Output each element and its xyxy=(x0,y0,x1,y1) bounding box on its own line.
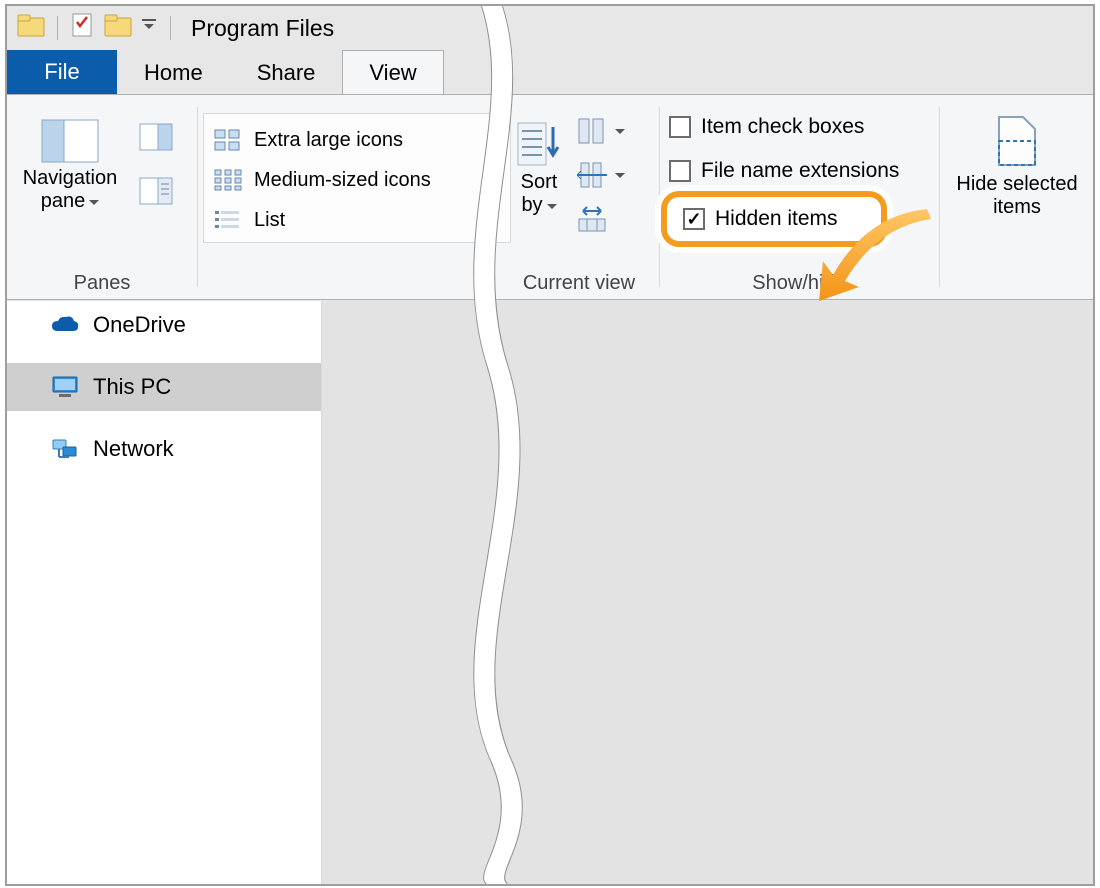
tree-item-onedrive[interactable]: OneDrive xyxy=(7,301,321,349)
navigation-pane-button[interactable]: Navigation pane xyxy=(17,119,123,213)
tree-item-label: This PC xyxy=(93,374,171,400)
layout-label: Extra large icons xyxy=(254,129,403,152)
layout-label: List xyxy=(254,209,285,232)
checkbox-icon xyxy=(669,160,691,182)
checkbox-checked-icon xyxy=(683,208,705,230)
chevron-down-icon xyxy=(615,173,625,183)
hidden-items-checkbox[interactable]: Hidden items xyxy=(683,207,893,231)
folder-icon[interactable] xyxy=(104,13,132,43)
ribbon-group-hide-selected: Hide selected items xyxy=(939,95,1095,299)
layout-gallery[interactable]: Extra large icons Medium-sized icons Lis… xyxy=(203,113,511,243)
tree-item-this-pc[interactable]: This PC xyxy=(7,363,321,411)
checkbox-icon xyxy=(669,116,691,138)
ribbon-group-current-view: Sort by Current view xyxy=(499,95,659,299)
size-all-columns-button[interactable] xyxy=(577,205,625,233)
navigation-pane-icon xyxy=(41,119,99,163)
layout-label: Medium-sized icons xyxy=(254,169,431,192)
ribbon-group-show-hide: Item check boxes File name extensions Hi… xyxy=(659,95,939,299)
ribbon-group-label: Panes xyxy=(7,272,197,295)
preview-pane-button[interactable] xyxy=(139,123,173,151)
ribbon-group-label: Current view xyxy=(499,272,659,295)
medium-icons-icon xyxy=(214,169,242,191)
explorer-window: Program Files File Home Share View Navig… xyxy=(5,4,1095,886)
chevron-down-icon xyxy=(89,200,99,210)
navigation-tree: OneDrive This PC Network xyxy=(7,301,322,884)
preview-pane-icon xyxy=(139,123,173,151)
checkbox-label: File name extensions xyxy=(701,159,899,183)
hide-selected-items-label: Hide selected items xyxy=(956,173,1077,218)
this-pc-icon xyxy=(51,375,79,399)
hide-selected-items-button[interactable]: Hide selected items xyxy=(939,113,1095,219)
hide-selected-items-icon xyxy=(993,113,1041,169)
qat-customize-icon[interactable] xyxy=(140,16,158,40)
item-check-boxes-checkbox[interactable]: Item check boxes xyxy=(669,115,864,139)
tree-item-network[interactable]: Network xyxy=(7,425,321,473)
title-bar: Program Files xyxy=(7,6,1093,50)
add-columns-button[interactable] xyxy=(577,161,625,189)
layout-extra-large-icons[interactable]: Extra large icons xyxy=(214,120,500,160)
hidden-items-highlight: Hidden items xyxy=(669,201,879,237)
checkbox-label: Hidden items xyxy=(715,207,838,231)
chevron-down-icon xyxy=(547,204,557,214)
tab-view[interactable]: View xyxy=(342,50,443,94)
group-by-icon xyxy=(577,117,607,145)
tab-home[interactable]: Home xyxy=(117,50,230,94)
ribbon-group-panes: Navigation pane Panes xyxy=(7,95,197,299)
separator xyxy=(170,16,171,40)
extra-large-icons-icon xyxy=(214,129,242,151)
navigation-pane-label: Navigation pane xyxy=(23,167,118,212)
network-icon xyxy=(51,437,79,461)
folder-icon xyxy=(17,13,45,43)
details-pane-button[interactable] xyxy=(139,177,173,205)
ribbon-group-layout: Extra large icons Medium-sized icons Lis… xyxy=(197,95,517,299)
tree-item-label: Network xyxy=(93,436,174,462)
ribbon-tabs: File Home Share View xyxy=(7,50,1093,94)
content-pane xyxy=(322,301,1093,884)
ribbon-view: Navigation pane Panes Extra large icons … xyxy=(7,94,1093,300)
layout-list[interactable]: List xyxy=(214,200,500,240)
window-title: Program Files xyxy=(191,15,334,42)
tab-file[interactable]: File xyxy=(7,50,117,94)
add-columns-icon xyxy=(577,161,607,189)
sort-by-icon xyxy=(516,119,562,169)
details-pane-icon xyxy=(139,177,173,205)
layout-medium-icons[interactable]: Medium-sized icons xyxy=(214,160,500,200)
group-by-button[interactable] xyxy=(577,117,625,145)
size-columns-icon xyxy=(577,205,607,233)
file-name-extensions-checkbox[interactable]: File name extensions xyxy=(669,159,899,183)
separator xyxy=(57,16,58,40)
tab-share[interactable]: Share xyxy=(230,50,343,94)
list-icon xyxy=(214,209,242,231)
sort-by-button[interactable]: Sort by xyxy=(509,119,569,217)
chevron-down-icon xyxy=(615,129,625,139)
tree-item-label: OneDrive xyxy=(93,312,186,338)
onedrive-icon xyxy=(51,315,79,335)
ribbon-group-label-fragment: L xyxy=(197,272,517,295)
properties-icon[interactable] xyxy=(70,11,94,45)
ribbon-group-label: Show/hide xyxy=(659,272,939,295)
checkbox-label: Item check boxes xyxy=(701,115,864,139)
